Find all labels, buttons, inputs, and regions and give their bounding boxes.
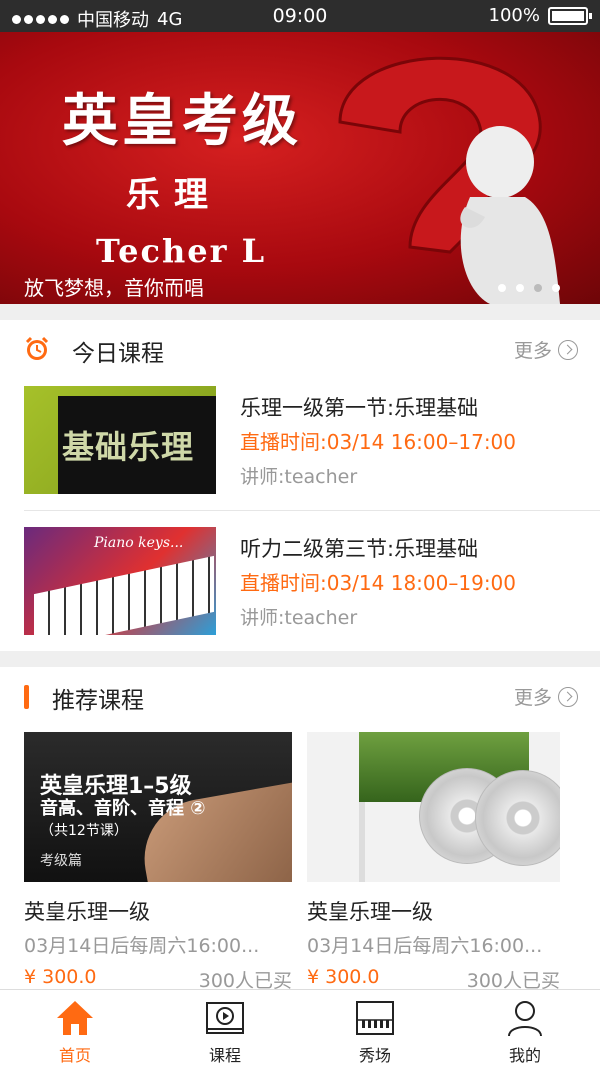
course-name: 英皇乐理一级: [24, 900, 150, 924]
course-schedule: 03月14日后每周六16:00...: [307, 935, 543, 957]
course-thumbnail: Piano keys...: [24, 527, 216, 635]
course-buyers: 300人已买: [466, 970, 560, 989]
course-item[interactable]: 基础乐理 乐理一级第一节:乐理基础 直播时间:03/14 16:00–17:00…: [0, 378, 600, 518]
recommended-courses-section: 推荐课程 更多 英皇乐理1–5级 音高、音阶、音程 ② （共12节课） 考级篇 …: [0, 667, 600, 989]
tab-showcase[interactable]: 秀场: [300, 990, 450, 1067]
battery-percent: 100%: [488, 5, 540, 26]
alarm-clock-icon: [25, 336, 49, 360]
chevron-right-icon: [558, 686, 578, 707]
course-item[interactable]: Piano keys... 听力二级第三节:乐理基础 直播时间:03/14 18…: [0, 519, 600, 659]
thumbnail-text: 基础乐理: [62, 428, 195, 466]
tab-label: 我的: [508, 1046, 541, 1065]
section-title: 推荐课程: [52, 688, 144, 714]
course-name: 乐理一级第一节:乐理基础: [240, 396, 479, 420]
tab-label: 首页: [58, 1046, 91, 1065]
more-button[interactable]: 更多: [514, 683, 578, 710]
carousel-indicators[interactable]: [498, 284, 560, 292]
piano-icon: [356, 1001, 394, 1035]
course-name: 英皇乐理一级: [307, 900, 433, 924]
user-icon: [508, 1001, 542, 1037]
course-live-time: 直播时间:03/14 16:00–17:00: [240, 430, 517, 454]
tab-home[interactable]: 首页: [0, 990, 150, 1067]
carousel-dot[interactable]: [552, 284, 560, 292]
course-schedule: 03月14日后每周六16:00...: [24, 935, 260, 957]
more-button[interactable]: 更多: [514, 336, 578, 363]
thumbnail-text: Piano keys...: [94, 535, 184, 551]
carousel-dot[interactable]: [534, 284, 542, 292]
cover-text: （共12节课）: [40, 823, 128, 839]
promo-banner[interactable]: 英皇考级 乐理 Techer L 放飞梦想，音你而唱: [0, 32, 600, 304]
course-name: 听力二级第三节:乐理基础: [240, 537, 479, 561]
status-bar: 中国移动 4G 09:00 100%: [0, 0, 600, 32]
question-mark-figure-icon: [338, 56, 560, 304]
divider: [24, 510, 600, 511]
bottom-tab-bar: 首页 课程 秀场 我的: [0, 989, 600, 1067]
today-courses-section: 今日课程 更多 基础乐理 乐理一级第一节:乐理基础 直播时间:03/14 16:…: [0, 320, 600, 651]
chevron-right-icon: [558, 339, 578, 360]
course-price: ¥ 300.0: [24, 966, 97, 988]
course-thumbnail: 基础乐理: [24, 386, 216, 494]
course-lecturer: 讲师:teacher: [240, 466, 358, 488]
tab-label: 秀场: [358, 1046, 391, 1065]
home-icon: [57, 1001, 93, 1035]
carousel-dot[interactable]: [516, 284, 524, 292]
more-label: 更多: [513, 340, 552, 362]
banner-teacher: Techer L: [96, 232, 267, 270]
course-price: ¥ 300.0: [307, 966, 380, 988]
tab-label: 课程: [208, 1046, 241, 1065]
course-lecturer: 讲师:teacher: [240, 607, 358, 629]
section-header: 今日课程 更多: [0, 320, 600, 378]
tab-courses[interactable]: 课程: [150, 990, 300, 1067]
section-marker-icon: [24, 685, 29, 709]
course-cover-image: 英皇乐理1–5级 音高、音阶、音程 ② （共12节课） 考级篇: [24, 732, 292, 882]
section-header: 推荐课程 更多: [0, 667, 600, 725]
more-label: 更多: [513, 687, 552, 709]
course-live-time: 直播时间:03/14 18:00–19:00: [240, 571, 517, 595]
tab-me[interactable]: 我的: [450, 990, 600, 1067]
battery-icon: [548, 6, 592, 25]
banner-title: 英皇考级: [62, 88, 302, 154]
banner-caption: 放飞梦想，音你而唱: [24, 276, 204, 300]
course-buyers: 300人已买: [198, 970, 292, 989]
cover-text: 考级篇: [40, 853, 82, 869]
section-title: 今日课程: [72, 341, 164, 367]
banner-subtitle: 乐理: [126, 175, 222, 215]
course-cover-image: [307, 732, 560, 882]
play-video-icon: [206, 1002, 244, 1034]
cover-text: 音高、音阶、音程 ②: [40, 798, 206, 819]
carousel-dot[interactable]: [498, 284, 506, 292]
